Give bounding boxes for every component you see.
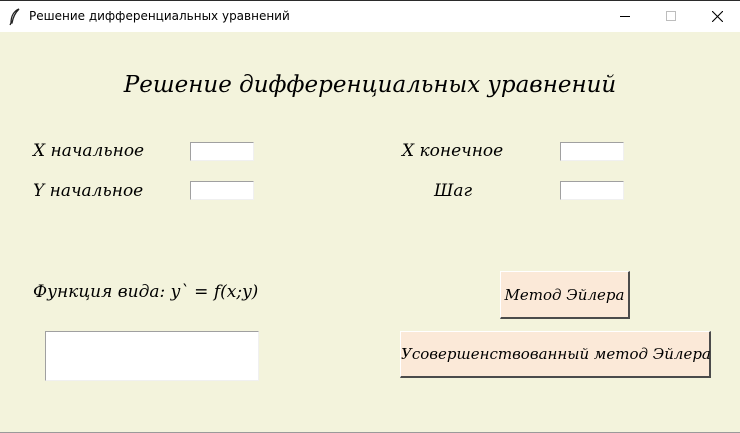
y-start-input[interactable] [190,181,254,200]
minimize-button[interactable] [602,1,648,32]
x-end-label: X конечное [402,141,504,161]
step-input[interactable] [560,181,624,200]
feather-icon [8,8,22,26]
close-icon [712,11,723,22]
step-label: Шаг [434,181,473,201]
title-bar: Решение дифференциальных уравнений [0,0,740,32]
maximize-icon [666,11,676,21]
euler-method-button[interactable]: Метод Эйлера [500,271,630,319]
function-label: Функция вида: y` = f(x;y) [33,282,259,302]
improved-euler-method-button[interactable]: Усовершенствованный метод Эйлера [400,331,711,378]
function-input[interactable] [45,331,259,381]
maximize-button[interactable] [648,1,694,32]
main-panel: Решение дифференциальных уравнений X нач… [0,32,740,433]
x-end-input[interactable] [560,142,624,161]
close-button[interactable] [694,1,740,32]
x-start-label: X начальное [33,141,145,161]
minimize-icon [620,16,630,17]
page-title: Решение дифференциальных уравнений [123,72,617,98]
x-start-input[interactable] [190,142,254,161]
window-title: Решение дифференциальных уравнений [29,9,290,23]
y-start-label: Y начальное [33,181,144,201]
